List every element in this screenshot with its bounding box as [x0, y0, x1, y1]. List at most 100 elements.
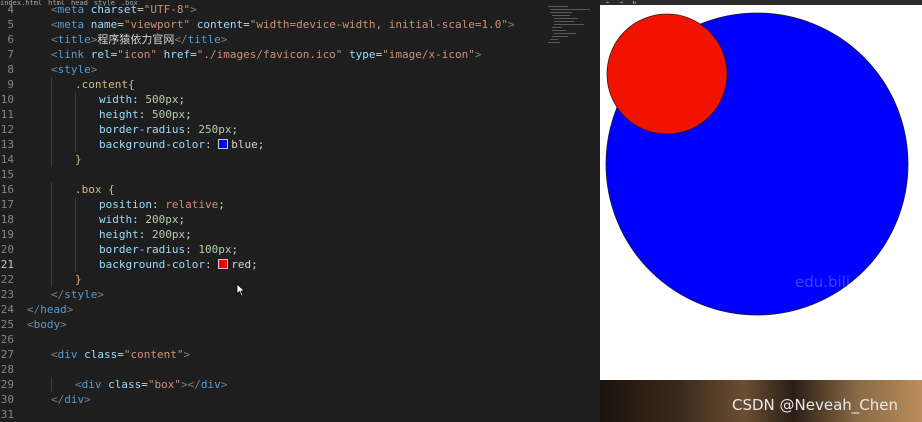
- code-line[interactable]: 29 <div class="box"></div>: [0, 377, 600, 392]
- indent-guide: [51, 152, 52, 167]
- line-number: 18: [0, 213, 14, 226]
- code-token: class: [108, 378, 142, 391]
- code-token: <: [51, 48, 58, 61]
- code-text: }: [75, 272, 82, 287]
- line-number: 28: [0, 363, 14, 376]
- code-text: <style>: [51, 62, 97, 77]
- indent-guide: [51, 182, 52, 197]
- indent-guide: [51, 197, 52, 212]
- code-text: width: 500px;: [99, 92, 185, 107]
- code-token: "box": [147, 378, 181, 391]
- code-line[interactable]: 22}: [0, 272, 600, 287]
- code-line[interactable]: 9 .content{: [0, 77, 600, 92]
- code-editor[interactable]: index.html html head style .box 4 <meta chars…: [0, 0, 600, 422]
- code-line[interactable]: 24 </head>: [0, 302, 600, 317]
- code-token: ;: [185, 228, 192, 241]
- code-line[interactable]: 25 <body>: [0, 317, 600, 332]
- code-line[interactable]: 13 background-color: blue;: [0, 137, 600, 152]
- code-token: border-radius: [99, 123, 186, 136]
- line-number: 5: [7, 18, 14, 31]
- minimap-line: [554, 18, 578, 19]
- code-line[interactable]: 20 border-radius: 100px;: [0, 242, 600, 257]
- code-text: position: relative;: [99, 197, 225, 212]
- minimap-line: [548, 6, 568, 7]
- code-token: background-color: [99, 258, 205, 271]
- line-number: 30: [0, 393, 14, 406]
- line-number: 8: [7, 63, 14, 76]
- code-line[interactable]: 31: [0, 407, 600, 422]
- code-text: <meta name="viewport" content="width=dev…: [51, 17, 515, 32]
- indent-guide: [75, 137, 76, 152]
- code-line[interactable]: 6 <title>程序猿依力官网</title>: [0, 32, 600, 47]
- code-text: width: 200px;: [99, 212, 185, 227]
- code-token: <: [51, 348, 58, 361]
- code-line[interactable]: 19 height: 200px;: [0, 227, 600, 242]
- code-text: background-color: red;: [99, 257, 258, 272]
- code-line[interactable]: 5 <meta name="viewport" content="width=de…: [0, 17, 600, 32]
- code-line[interactable]: 15: [0, 167, 600, 182]
- code-token: :: [204, 138, 219, 151]
- line-number: 12: [0, 123, 14, 136]
- code-token: .box {: [75, 183, 115, 196]
- indent-guide: [51, 257, 52, 272]
- code-token: rel: [90, 48, 111, 61]
- code-text: .content{: [75, 77, 135, 92]
- line-number: 22: [0, 273, 14, 286]
- code-token: :: [138, 108, 152, 121]
- code-text: <body>: [27, 317, 67, 332]
- code-text: height: 500px;: [99, 107, 192, 122]
- code-text: <meta charset="UTF-8">: [51, 2, 197, 17]
- indent-guide: [51, 107, 52, 122]
- code-text: }: [75, 152, 82, 167]
- indent-guide: [51, 137, 52, 152]
- code-token: "image/x-icon": [382, 48, 475, 61]
- code-token: meta: [57, 18, 91, 31]
- color-swatch[interactable]: [218, 259, 229, 269]
- code-token: name: [90, 18, 118, 31]
- code-token: =: [243, 18, 250, 31]
- color-swatch[interactable]: [218, 139, 229, 149]
- indent-guide: [75, 257, 76, 272]
- code-line[interactable]: 10 width: 500px;: [0, 92, 600, 107]
- code-token: >: [190, 3, 197, 16]
- code-line[interactable]: 27 <div class="content">: [0, 347, 600, 362]
- code-line[interactable]: 11 height: 500px;: [0, 107, 600, 122]
- code-token: style: [64, 288, 98, 301]
- code-token: }: [75, 273, 82, 286]
- code-line[interactable]: 23 </style>: [0, 287, 600, 302]
- code-token: =: [141, 378, 148, 391]
- code-line[interactable]: 12 border-radius: 250px;: [0, 122, 600, 137]
- code-line[interactable]: 7 <link rel="icon" href="./images/favicon…: [0, 47, 600, 62]
- code-line[interactable]: 8 <style>: [0, 62, 600, 77]
- indent-guide: [75, 242, 76, 257]
- code-line[interactable]: 16 .box {: [0, 182, 600, 197]
- line-number: 14: [0, 153, 14, 166]
- indent-guide: [51, 92, 52, 107]
- code-token: div: [200, 378, 221, 391]
- minimap-line: [554, 24, 584, 25]
- indent-guide: [75, 122, 76, 137]
- code-line[interactable]: 26: [0, 332, 600, 347]
- minimap-line: [552, 15, 570, 16]
- line-number: 16: [0, 183, 14, 196]
- code-line[interactable]: 14}: [0, 152, 600, 167]
- code-token: >: [66, 303, 74, 316]
- code-token: "UTF-8": [143, 3, 191, 16]
- code-token: meta: [57, 3, 91, 16]
- code-token: }: [75, 153, 82, 166]
- code-line[interactable]: 4 <meta charset="UTF-8">: [0, 2, 600, 17]
- code-token: :: [132, 213, 146, 226]
- browser-preview: ← → ↻: [600, 0, 922, 380]
- code-line[interactable]: 18 width: 200px;: [0, 212, 600, 227]
- code-line[interactable]: 21 background-color: red;: [0, 257, 600, 272]
- code-line[interactable]: 28: [0, 362, 600, 377]
- code-token: border-radius: [99, 243, 186, 256]
- code-lines[interactable]: 4 <meta charset="UTF-8"> 5 <meta name="view…: [0, 0, 600, 422]
- code-token: </: [51, 288, 65, 301]
- code-line[interactable]: 17 position: relative;: [0, 197, 600, 212]
- code-text: <title>程序猿依力官网</title>: [51, 32, 227, 47]
- code-token: >: [60, 318, 67, 331]
- minimap[interactable]: [540, 0, 600, 60]
- code-line[interactable]: 30 </div>: [0, 392, 600, 407]
- code-token: =: [137, 3, 144, 16]
